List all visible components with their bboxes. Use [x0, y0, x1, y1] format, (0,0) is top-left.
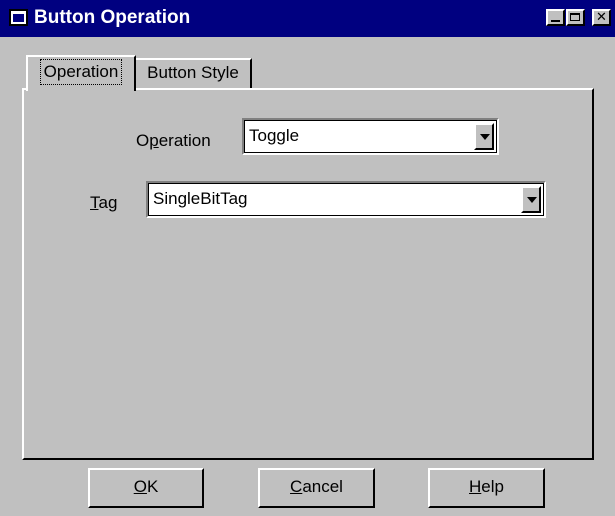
tab-button-style-label: Button Style: [147, 63, 239, 82]
tag-label: Tag: [90, 193, 118, 212]
close-icon: ✕: [596, 10, 607, 25]
window-title: Button Operation: [34, 7, 191, 28]
tag-dropdown-arrow-icon[interactable]: [521, 186, 541, 213]
minimize-button[interactable]: [546, 9, 565, 26]
window-icon[interactable]: [9, 9, 28, 26]
maximize-icon: [570, 13, 580, 21]
tab-operation[interactable]: Operation: [26, 55, 136, 91]
tag-select[interactable]: SingleBitTag: [146, 181, 546, 218]
operation-select[interactable]: Toggle: [242, 118, 499, 155]
help-button[interactable]: Help: [428, 468, 545, 508]
title-bar[interactable]: Button Operation ✕: [0, 0, 615, 37]
tag-select-value: SingleBitTag: [153, 189, 248, 208]
tab-operation-label: Operation: [39, 59, 123, 85]
tab-button-style[interactable]: Button Style: [136, 58, 252, 88]
tab-panel-operation: Operation Toggle Tag SingleBitTag: [22, 88, 594, 460]
dialog-window: Button Operation ✕ Operation Button Styl…: [0, 0, 615, 516]
close-button[interactable]: ✕: [592, 9, 611, 26]
cancel-button[interactable]: Cancel: [258, 468, 375, 508]
minimize-icon: [551, 20, 560, 22]
operation-label: Operation: [136, 131, 211, 150]
operation-select-value: Toggle: [249, 126, 300, 145]
maximize-button[interactable]: [566, 9, 585, 26]
operation-dropdown-arrow-icon[interactable]: [474, 123, 494, 150]
ok-button[interactable]: OK: [88, 468, 204, 508]
